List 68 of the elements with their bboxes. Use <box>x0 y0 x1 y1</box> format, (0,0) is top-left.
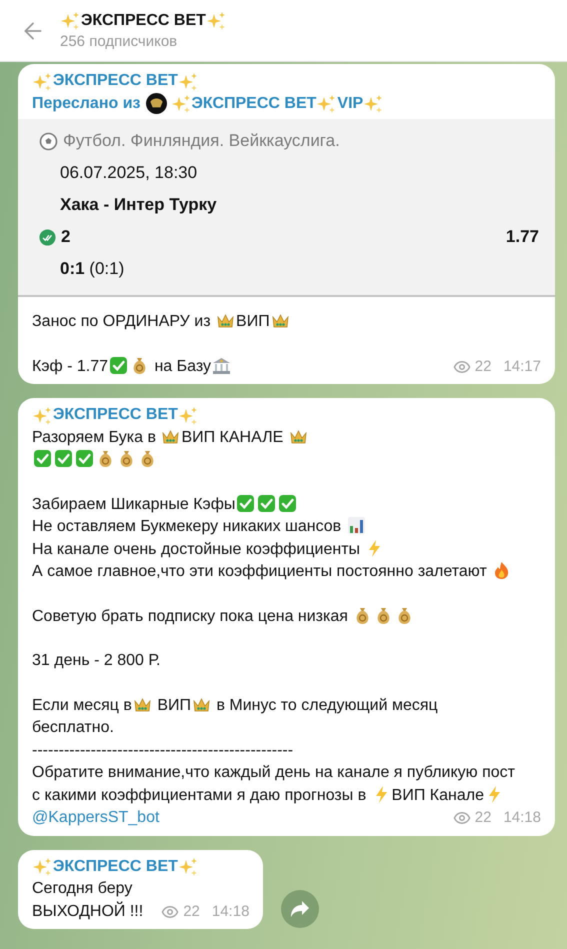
view-count: 22 <box>183 902 200 922</box>
sparkles-icon <box>172 94 190 114</box>
message-text: ВЫХОДНОЙ !!! <box>32 902 144 920</box>
message-text: Сегодня беру <box>32 880 132 897</box>
message-text: На канале очень достойные коэффициенты <box>32 540 362 558</box>
sparkles-icon <box>206 11 226 30</box>
forward-button[interactable] <box>281 890 320 928</box>
bank-icon <box>212 356 232 374</box>
message-text: с какими коэффициентами я даю прогнозы в <box>32 786 368 804</box>
message-text: ЭКСПРЕСС ВЕТ <box>53 71 178 91</box>
check-icon <box>278 494 298 512</box>
message-text: бесплатно. <box>32 719 114 736</box>
message-text: ЭКСПРЕСС ВЕТ <box>53 856 178 876</box>
check-icon <box>33 449 52 468</box>
sparkles-icon <box>33 72 52 91</box>
message-text: ВИП КАНАЛЕ <box>181 428 284 446</box>
match-teams: Хака - Интер Турку <box>59 194 218 216</box>
sparkles-icon <box>33 857 52 876</box>
message-text: Советую брать подписку пока цена низкая <box>32 608 349 624</box>
message-text: Если месяц в <box>32 696 132 714</box>
message-text: ВИП Канале <box>392 786 484 804</box>
message-text: Обратите внимание,что каждый день на канале я публикую пост <box>32 764 515 781</box>
league-name: Футбол. Финляндия. Вейккауслига. <box>63 130 340 152</box>
sparkles-icon <box>317 94 336 114</box>
message-text: Не оставляем Букмекеру никаких шансов <box>32 518 342 535</box>
channel-avatar-icon <box>146 93 166 114</box>
message-text: ЭКСПРЕСС ВЕТ <box>53 405 178 425</box>
soccer-ball-icon <box>39 132 58 150</box>
bot-link[interactable]: @KappersST_bot <box>32 809 160 826</box>
message-text: ЭКСПРЕСС ВЕТ <box>81 12 206 30</box>
success-check-icon <box>39 228 56 246</box>
message-text: 31 день - 2 800 Р. <box>32 652 160 669</box>
sparkles-icon <box>178 406 198 425</box>
sparkles-icon <box>178 857 198 876</box>
message-text: Забираем Шикарные Кэфы <box>32 496 236 512</box>
forward-arrow-icon <box>290 900 310 918</box>
message-text: А самое главное,что эти коэффициенты постоянно залетают <box>32 563 488 580</box>
check-icon <box>54 449 73 468</box>
match-date: 06.07.2025, 18:30 <box>59 162 198 184</box>
message-text: Разоряем Бука в <box>32 428 157 446</box>
message-time: 14:18 <box>503 808 541 828</box>
message-text: ВИП <box>156 696 192 714</box>
bet-odds: 1.77 <box>506 226 539 248</box>
message-text: Кэф - 1.77 <box>32 358 108 374</box>
check-icon <box>75 449 94 468</box>
sparkles-icon <box>33 406 52 425</box>
message-text: на Базу <box>153 358 212 374</box>
view-count: 22 <box>474 356 492 376</box>
message-text: в Минус то следующий месяц <box>215 696 438 714</box>
sparkles-icon <box>178 72 198 91</box>
check-icon <box>236 494 256 512</box>
message-text: Занос по ОРДИНАРУ из <box>32 313 212 330</box>
bar-chart-icon <box>346 516 366 535</box>
message-time: 14:18 <box>212 902 250 922</box>
message-text: ------------------------------------------------- <box>32 742 294 758</box>
subscriber-count: 256 подписчиков <box>60 33 178 50</box>
sparkles-icon <box>364 94 384 114</box>
view-count: 22 <box>474 808 492 828</box>
sparkles-icon <box>61 11 80 30</box>
message-text: ЭКСПРЕСС ВЕТ <box>192 94 316 114</box>
check-icon <box>257 494 276 512</box>
forwarded-label: Переслано из <box>32 94 140 114</box>
message-text: VIP <box>337 94 364 114</box>
message-text: ВИП <box>236 313 270 330</box>
match-score: 0:1 (0:1) <box>59 258 126 280</box>
bet-pick: 2 <box>61 226 70 248</box>
message-time: 14:17 <box>503 356 541 376</box>
check-icon <box>109 356 128 374</box>
